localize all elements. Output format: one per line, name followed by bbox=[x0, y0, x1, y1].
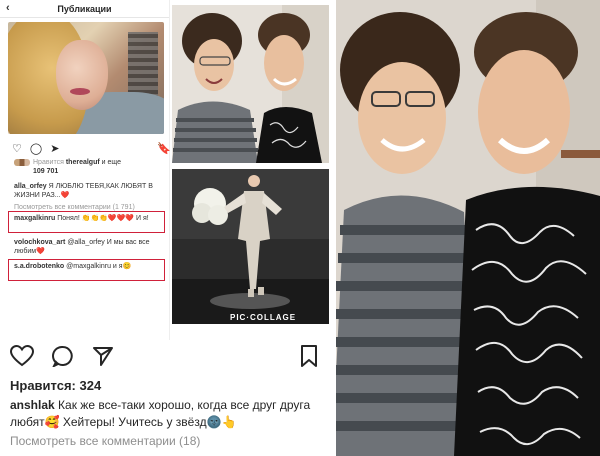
post-actions: ♡ ◯ ➤ 🔖 bbox=[12, 142, 171, 155]
header-title: Публикации bbox=[57, 3, 112, 14]
likes-count[interactable]: Нравится: 324 bbox=[10, 378, 101, 393]
comment: alla_orfey Я ЛЮБЛЮ ТЕБЯ,КАК ЛЮБЯТ В ЖИЗН… bbox=[14, 183, 153, 199]
likes-summary: Нравится therealguf и еще 109 701 bbox=[14, 158, 164, 176]
bottom-post-actions bbox=[10, 345, 317, 367]
post-caption: anshlak Как же все-таки хорошо, когда вс… bbox=[10, 397, 330, 431]
comment: volochkova_art @alla_orfey И мы вас все … bbox=[14, 239, 150, 255]
photo-two-men-small bbox=[172, 5, 329, 163]
instagram-screenshot: ‹ Публикации ♡ ◯ ➤ 🔖 Нравится therealguf… bbox=[0, 0, 171, 340]
comment: maxgalkinru Понял! 👏👏👏❤️❤️❤️ И я! bbox=[14, 215, 149, 222]
top-bar: ‹ Публикации bbox=[0, 0, 169, 18]
heart-icon[interactable] bbox=[10, 345, 34, 367]
heart-icon[interactable]: ♡ bbox=[12, 142, 22, 155]
post-photo[interactable] bbox=[8, 22, 164, 134]
comment-icon[interactable]: ◯ bbox=[30, 142, 42, 155]
share-icon[interactable]: ➤ bbox=[50, 142, 59, 155]
caption-text: Как же все-таки хорошо, когда все друг д… bbox=[10, 398, 311, 429]
share-icon[interactable] bbox=[92, 345, 114, 367]
photo-two-men-large bbox=[336, 0, 600, 456]
comment-icon[interactable] bbox=[52, 345, 74, 367]
back-arrow-icon[interactable]: ‹ bbox=[6, 2, 10, 14]
view-all-comments-link[interactable]: Посмотреть все комментарии (18) bbox=[10, 434, 200, 448]
collage-watermark: PIC·COLLAGE bbox=[230, 313, 297, 322]
comment: s.a.drobotenko @maxgalkinru и я😊 bbox=[14, 263, 132, 270]
photo-performer-stage bbox=[172, 169, 329, 324]
bookmark-icon[interactable] bbox=[300, 345, 318, 367]
avatars bbox=[14, 158, 30, 166]
caption-username[interactable]: anshlak bbox=[10, 398, 55, 412]
bookmark-icon[interactable]: 🔖 bbox=[157, 142, 171, 155]
